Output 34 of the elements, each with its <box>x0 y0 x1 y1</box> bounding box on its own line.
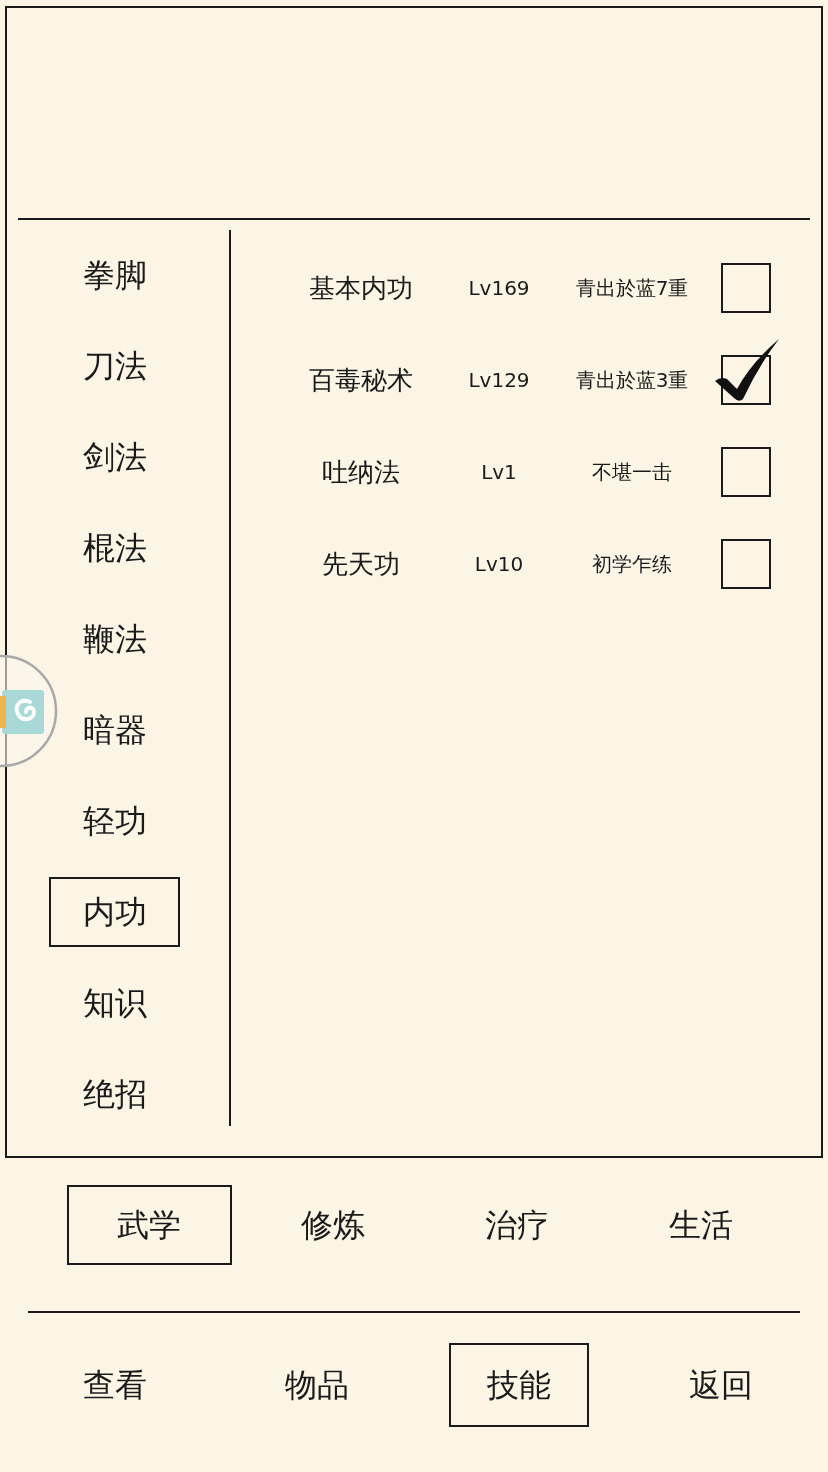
nav-button[interactable]: 物品 <box>247 1343 387 1427</box>
skill-rank: 不堪一击 <box>591 462 673 482</box>
skill-rank: 青出於蓝3重 <box>574 370 690 390</box>
nav-button[interactable]: 技能 <box>449 1343 589 1427</box>
tab[interactable]: 修炼 <box>250 1185 416 1265</box>
tab[interactable]: 治疗 <box>434 1185 600 1265</box>
category-tab[interactable]: 知识 <box>49 968 180 1038</box>
checkbox[interactable] <box>715 339 779 405</box>
category-tab[interactable]: 刀法 <box>49 331 180 401</box>
category-tab[interactable]: 内功 <box>49 877 180 947</box>
skill-rank: 青出於蓝7重 <box>574 278 690 298</box>
category-tab[interactable]: 暗器 <box>49 695 180 765</box>
skill-level: Lv129 <box>467 370 531 390</box>
tab[interactable]: 武学 <box>66 1185 232 1265</box>
category-tab[interactable]: 棍法 <box>49 513 180 583</box>
skill-rank: 初学乍练 <box>591 554 673 574</box>
tab[interactable]: 生活 <box>618 1185 784 1265</box>
skill-level: Lv10 <box>473 554 525 574</box>
skill-name: 吐纳法 <box>321 459 401 485</box>
skill-name: 基本内功 <box>308 275 414 301</box>
skill-name: 先天功 <box>321 551 401 577</box>
checkbox[interactable] <box>721 263 771 313</box>
skill-level: Lv1 <box>480 462 518 482</box>
skill-level: Lv169 <box>467 278 531 298</box>
nav-button[interactable]: 查看 <box>45 1343 185 1427</box>
category-tab[interactable]: 轻功 <box>49 786 180 856</box>
category-tab[interactable]: 剑法 <box>49 422 180 492</box>
skill-name: 百毒秘术 <box>308 367 414 393</box>
category-tab[interactable]: 绝招 <box>49 1059 180 1129</box>
checkbox[interactable] <box>721 539 771 589</box>
category-tab[interactable]: 鞭法 <box>49 604 180 674</box>
nav-button[interactable]: 返回 <box>651 1343 791 1427</box>
category-tab[interactable]: 拳脚 <box>49 240 180 310</box>
checkbox[interactable] <box>721 447 771 497</box>
